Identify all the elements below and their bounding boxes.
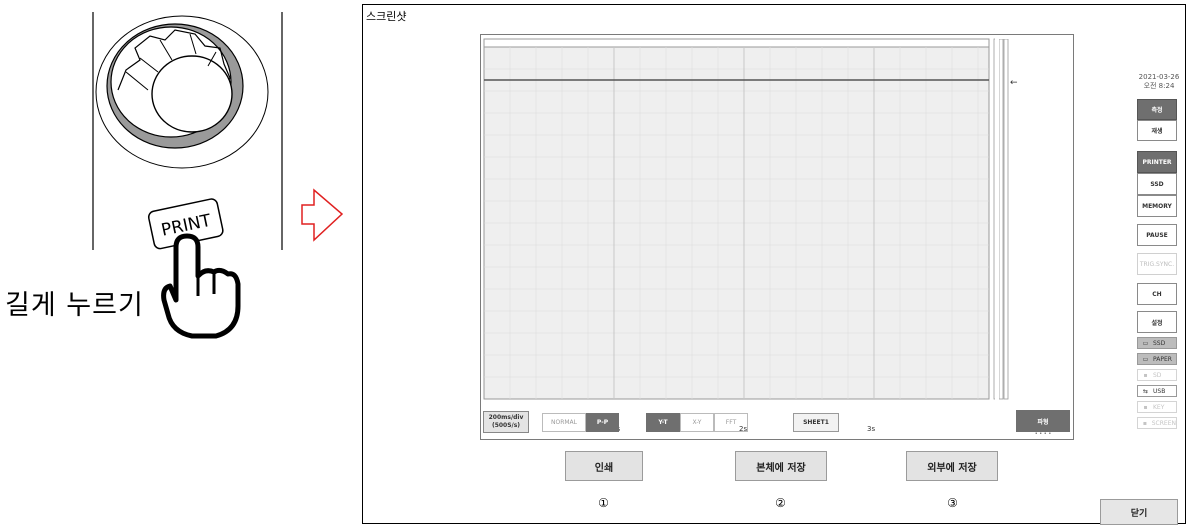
clock-display: 2021-03-26 오전 8:24: [1137, 73, 1181, 91]
status-ssd[interactable]: ▭ SSD: [1137, 337, 1177, 349]
side-button-ch[interactable]: CH: [1137, 283, 1177, 305]
mode-pp-button[interactable]: P-P: [586, 413, 619, 432]
save-external-button[interactable]: 외부에 저장: [906, 451, 998, 481]
status-sd-label: SD: [1153, 371, 1162, 379]
paper-icon: ▭: [1142, 355, 1149, 363]
ssd-icon: ▭: [1142, 339, 1149, 347]
timebase-button[interactable]: 200ms/div (500S/s): [483, 411, 529, 433]
status-screen[interactable]: ▪ SCREEN: [1137, 417, 1177, 429]
side-button-printer[interactable]: PRINTER: [1137, 151, 1177, 173]
status-sd[interactable]: ▪ SD: [1137, 369, 1177, 381]
screen-bottom-bar: 200ms/div (500S/s) NORMAL P-P Y-T X-Y FF…: [480, 406, 1074, 440]
view-fft-button[interactable]: FFT: [714, 413, 748, 432]
close-button[interactable]: 닫기: [1100, 499, 1178, 525]
print-key-illustration: PRINT 길게 누르기: [0, 0, 362, 528]
status-paper-label: PAPER: [1153, 355, 1172, 363]
print-key-illustration-graphic: PRINT: [92, 12, 344, 339]
waveform-grid: [483, 38, 995, 400]
sheet-button[interactable]: SHEET1: [793, 413, 839, 432]
sample-rate-value: (500S/s): [491, 422, 521, 429]
save-external-number-label: ③: [947, 495, 958, 510]
knob-icon: [95, 15, 269, 169]
side-button-pause[interactable]: PAUSE: [1137, 224, 1177, 246]
side-button-playback[interactable]: 재생: [1137, 120, 1177, 141]
pointing-hand-icon: [161, 233, 241, 339]
status-paper[interactable]: ▭ PAPER: [1137, 353, 1177, 365]
dialog-title: 스크린샷: [366, 10, 407, 23]
view-yt-button[interactable]: Y-T: [646, 413, 680, 432]
side-button-memory[interactable]: MEMORY: [1137, 195, 1177, 217]
status-key-label: KEY: [1153, 403, 1165, 411]
long-press-instruction: 길게 누르기: [5, 290, 144, 321]
level-marker-icon: ←: [1010, 78, 1018, 88]
save-internal-number-label: ②: [775, 495, 786, 510]
status-screen-label: SCREEN: [1151, 419, 1176, 427]
sd-icon: ▪: [1143, 371, 1148, 379]
page-indicator: • • • •: [1034, 431, 1052, 437]
clock-time: 오전 8:24: [1143, 82, 1175, 90]
status-usb-label: USB: [1153, 387, 1166, 395]
side-button-trig-sync[interactable]: TRIG.SYNC.: [1137, 253, 1177, 275]
view-xy-button[interactable]: X-Y: [680, 413, 714, 432]
mode-normal-button[interactable]: NORMAL: [542, 413, 586, 432]
screen-lock-icon: ▪: [1142, 419, 1147, 427]
screenshot-dialog: 스크린샷 ← 2021-03-26 오전 8:24 측정 재생 PRINTER …: [362, 4, 1186, 525]
recorder-screen-preview: ← 2021-03-26 오전 8:24 측정 재생 PRINTER SSD M…: [480, 34, 1179, 440]
save-internal-button[interactable]: 본체에 저장: [735, 451, 827, 481]
level-scale: [999, 39, 1009, 400]
side-button-ssd[interactable]: SSD: [1137, 173, 1177, 195]
timebase-value: 200ms/div: [488, 414, 524, 421]
print-number-label: ①: [598, 495, 609, 510]
status-ssd-label: SSD: [1153, 339, 1166, 347]
right-arrow-icon: [301, 188, 344, 242]
status-usb[interactable]: ⇆ USB: [1137, 385, 1177, 397]
waveform-button[interactable]: 파형: [1016, 410, 1070, 432]
status-key[interactable]: ▪ KEY: [1137, 401, 1177, 413]
print-button[interactable]: 인쇄: [565, 451, 643, 481]
clock-date: 2021-03-26: [1138, 73, 1180, 81]
usb-icon: ⇆: [1142, 387, 1149, 395]
side-button-measure[interactable]: 측정: [1137, 99, 1177, 120]
key-lock-icon: ▪: [1143, 403, 1148, 411]
side-button-settings[interactable]: 설정: [1137, 311, 1177, 333]
